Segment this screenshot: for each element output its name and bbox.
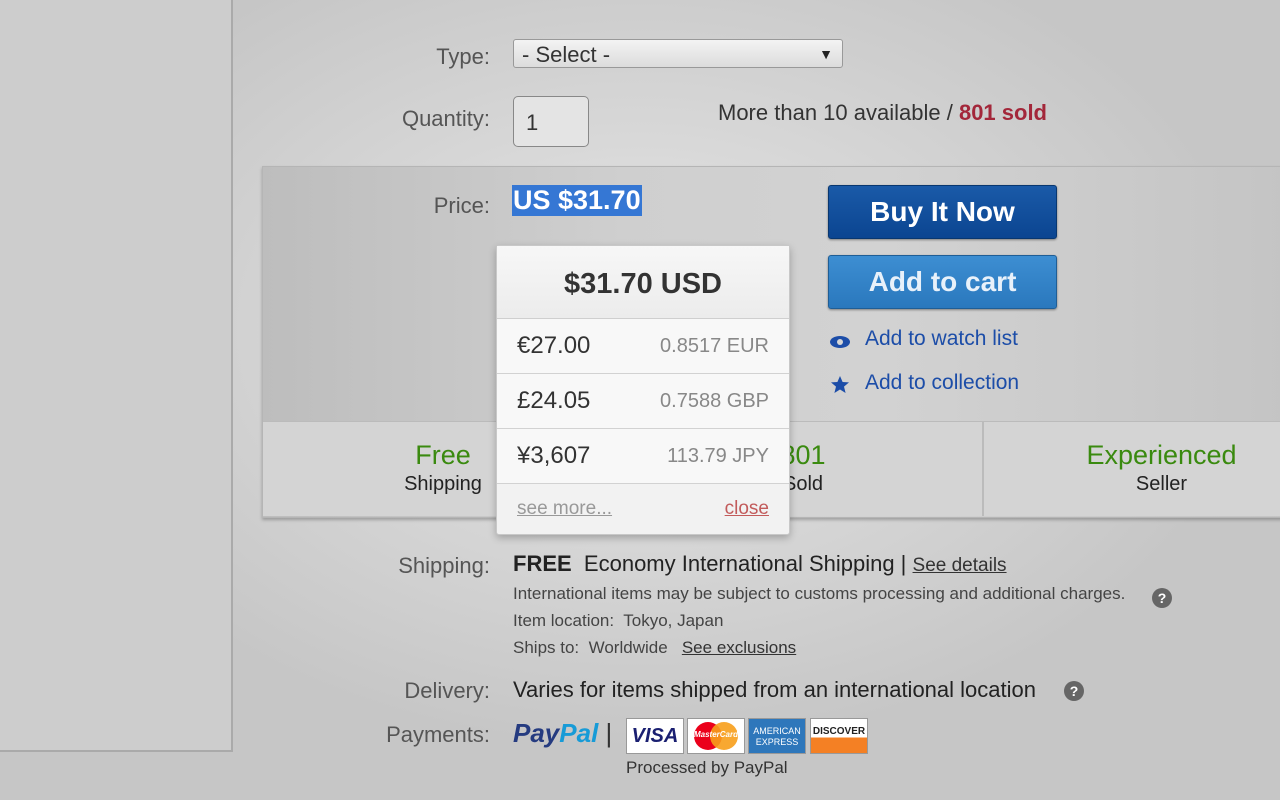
shipping-label: Shipping: [398,553,490,578]
add-to-collection-label: Add to collection [865,371,1020,394]
payment-separator: | [605,718,613,748]
left-panel [0,0,233,752]
dropdown-arrow-icon: ▼ [819,46,833,62]
mastercard-logo: MasterCard [687,718,745,754]
eye-icon [830,336,850,348]
currency-row-jpy: ¥3,607 113.79 JPY [497,429,789,484]
see-details-link[interactable]: See details [913,555,1007,576]
item-location-value: Tokyo, Japan [623,611,724,630]
mastercard-logo-text: MasterCard [693,730,738,739]
popup-title: $31.70 USD [497,246,789,319]
currency-converter-popup: $31.70 USD €27.00 0.8517 EUR £24.05 0.75… [496,245,790,535]
help-icon[interactable]: ? [1064,681,1084,701]
see-exclusions-link[interactable]: See exclusions [682,638,796,657]
ships-to-label: Ships to: [513,638,580,657]
currency-amount: ¥3,607 [517,442,591,469]
price-label: Price: [433,193,490,218]
see-more-link[interactable]: see more... [517,498,612,520]
paypal-logo-pay: Pay [513,718,560,748]
shipping-method: Economy International Shipping | [583,551,907,576]
currency-rate: 0.7588 GBP [660,390,769,412]
delivery-text: Varies for items shipped from an interna… [513,677,1036,702]
quantity-input[interactable]: 1 [513,96,589,147]
amex-logo: AMERICAN EXPRESS [748,718,806,754]
price-value: US $31.70 [512,185,642,216]
customs-notice: International items may be subject to cu… [513,584,1126,603]
availability-text: More than 10 available / 801 sold [718,100,1047,126]
type-select-value: - Select - [522,42,611,67]
add-to-cart-button[interactable]: Add to cart [828,255,1057,309]
stat-small-text: Seller [1135,473,1188,495]
currency-rate: 0.8517 EUR [660,335,769,357]
paypal-logo: PayPal | [513,718,612,749]
shipping-summary: FREE Economy International Shipping | Se… [513,551,1007,577]
ships-to: Ships to: Worldwide See exclusions [513,638,796,658]
star-icon [831,376,849,393]
currency-amount: £24.05 [517,387,591,414]
delivery-label: Delivery: [404,678,490,703]
currency-rate: 113.79 JPY [667,445,769,467]
currency-amount: €27.00 [517,332,591,359]
type-select[interactable]: - Select - ▼ [513,39,843,68]
stat-experienced-seller: Experienced Seller [984,422,1280,516]
type-label: Type: [436,44,490,69]
processed-by-paypal: Processed by PayPal [626,758,788,777]
shipping-free: FREE [513,551,572,576]
item-location: Item location: Tokyo, Japan [513,611,723,631]
buy-it-now-button[interactable]: Buy It Now [828,185,1057,239]
quantity-label: Quantity: [401,106,490,131]
currency-row-eur: €27.00 0.8517 EUR [497,319,789,374]
ships-to-value: Worldwide [588,638,668,657]
discover-logo: DISCOVER [810,718,868,754]
help-icon[interactable]: ? [1152,588,1172,608]
payments-label: Payments: [386,722,490,747]
currency-row-gbp: £24.05 0.7588 GBP [497,374,789,429]
stat-big-text: Experienced [1086,440,1237,470]
add-to-watch-list-label: Add to watch list [865,327,1018,350]
visa-logo: VISA [626,718,684,754]
sold-count[interactable]: 801 sold [959,100,1047,125]
item-location-label: Item location: [513,611,615,630]
paypal-logo-pal: Pal [559,718,599,748]
close-link[interactable]: close [725,498,769,520]
popup-footer: see more... close [497,484,789,534]
availability-count: More than 10 available / [718,100,953,125]
card-logos: VISA MasterCard AMERICAN EXPRESS DISCOVE… [626,718,872,756]
